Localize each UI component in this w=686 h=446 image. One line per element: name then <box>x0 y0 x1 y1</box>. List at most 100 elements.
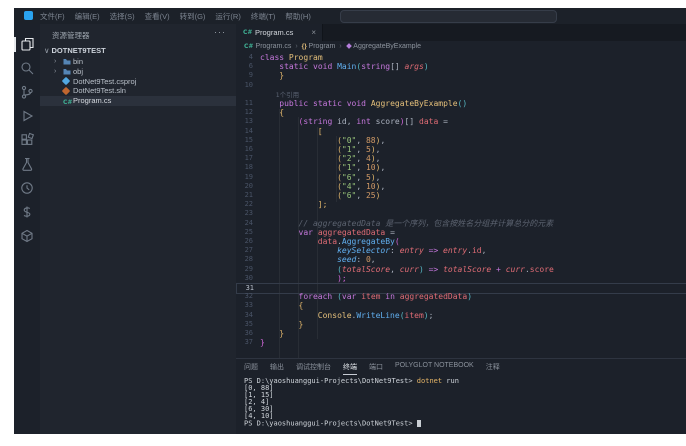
explorer-item-label: bin <box>73 57 84 66</box>
explorer-item-bin[interactable]: › bin <box>40 57 236 67</box>
line-number: 22 <box>244 200 253 209</box>
explorer-item-label: DotNet9Test.csproj <box>73 76 137 86</box>
code-line: 17 ("2", 4), <box>236 154 686 163</box>
code-line: 14 [ <box>236 127 686 136</box>
dollar-icon[interactable] <box>19 204 36 221</box>
code-area[interactable]: 4 class Program 6 static void Main(string[… <box>236 53 686 394</box>
explorer-icon[interactable] <box>14 36 36 53</box>
code-line: 34 Console.WriteLine(item); <box>236 311 686 320</box>
source-control-icon[interactable] <box>19 84 36 101</box>
line-number: 10 <box>244 80 253 89</box>
explorer-item-dotnet9test-csproj[interactable]: DotNet9Test.csproj <box>40 77 236 87</box>
breadcrumb-item[interactable]: AggregateByExample <box>345 41 421 52</box>
explorer-title: 资源管理器 <box>52 31 90 40</box>
menu-item[interactable]: 选择(S) <box>110 10 135 24</box>
vscode-window: 文件(F) 编辑(E) 选择(S) 查看(V) 转到(G) 运行(R) 终端(T) 帮助(H)… <box>14 8 686 434</box>
explorer-sidebar: 资源管理器 ··· ∨ DOTNET9TEST › bin › obj DotNet9Te… <box>40 24 236 434</box>
sln-icon <box>61 87 71 96</box>
menu-item[interactable]: 终端(T) <box>251 10 276 24</box>
menu-item[interactable]: 帮助(H) <box>285 10 310 24</box>
code-line: 9 } <box>236 71 686 80</box>
code-line: 25 var aggregatedData = <box>236 228 686 237</box>
more-actions-button[interactable]: ··· <box>214 27 226 37</box>
code-line: 19 ("6", 5), <box>236 173 686 182</box>
run-debug-icon[interactable] <box>19 108 36 125</box>
line-number: 35 <box>244 319 253 328</box>
explorer-item-label: DotNet9Test.sln <box>73 86 126 96</box>
line-number: 37 <box>244 338 253 347</box>
panel-tab-端口[interactable]: 端口 <box>369 362 383 375</box>
breadcrumb-item[interactable]: {} Program <box>302 41 336 52</box>
line-number: 12 <box>244 108 253 117</box>
code-line: 4 class Program <box>236 53 686 62</box>
code-line: 20 ("4", 10), <box>236 182 686 191</box>
tab-program-cs[interactable]: C# Program.cs × <box>236 24 323 41</box>
code-line: 24 // aggregatedData 是一个序列，包含按姓名分组并计算总分的… <box>236 219 686 228</box>
codelens-reference: 1个引用 <box>260 90 300 99</box>
explorer-root-folder[interactable]: ∨ DOTNET9TEST <box>44 46 106 55</box>
line-number: 23 <box>244 209 253 218</box>
folder-icon <box>63 68 71 75</box>
code-line: 21 ("6", 25) <box>236 191 686 200</box>
line-number: 13 <box>244 117 253 126</box>
csharp-file-icon: C# <box>63 98 73 106</box>
menu-item[interactable]: 文件(F) <box>40 10 65 24</box>
editor-tab-bar: C# Program.cs × <box>236 24 686 41</box>
line-number: 24 <box>244 218 253 227</box>
line-number: 6 <box>248 62 253 71</box>
chevron-right-icon: › <box>54 67 57 75</box>
menu-item[interactable]: 转到(G) <box>180 10 206 24</box>
explorer-item-dotnet9test-sln[interactable]: DotNet9Test.sln <box>40 86 236 96</box>
panel-tab-bar: 问题 输出 调试控制台 终端 端口 POLYGLOT NOTEBOOK 注释 <box>244 362 500 375</box>
line-number: 11 <box>244 99 253 107</box>
code-line: 16 ("1", 5), <box>236 145 686 154</box>
command-center-search[interactable] <box>340 10 557 23</box>
search-icon[interactable] <box>19 60 36 77</box>
menu-item[interactable]: 查看(V) <box>145 10 170 24</box>
menu-item[interactable]: 编辑(E) <box>75 10 100 24</box>
code-line: 26 data.AggregateBy( <box>236 237 686 246</box>
line-number: 17 <box>244 154 253 163</box>
explorer-item-label: Program.cs <box>73 96 112 106</box>
line-number: 26 <box>244 237 253 245</box>
code-line: 6 static void Main(string[] args) <box>236 62 686 71</box>
folder-icon <box>63 58 71 65</box>
terminal-line: PS D:\yaoshuanggui-Projects\DotNet9Test>… <box>244 377 459 385</box>
history-icon[interactable] <box>19 180 36 197</box>
code-line: 12 { <box>236 108 686 117</box>
csharp-file-icon: C# <box>244 43 256 50</box>
menu-bar: 文件(F) 编辑(E) 选择(S) 查看(V) 转到(G) 运行(R) 终端(T) 帮助(H) <box>40 10 311 24</box>
code-line: 10 <box>236 81 686 90</box>
line-number: 9 <box>248 71 253 80</box>
panel-tab-输出[interactable]: 输出 <box>270 362 284 375</box>
chevron-down-icon: ∨ <box>44 46 50 55</box>
code-line: 30 ); <box>236 274 686 283</box>
menu-item[interactable]: 运行(R) <box>215 10 240 24</box>
line-number: 18 <box>244 163 253 172</box>
cube-icon[interactable] <box>19 228 36 245</box>
code-line: 35 } <box>236 320 686 329</box>
close-icon[interactable]: × <box>311 24 316 41</box>
code-line: 23 <box>236 209 686 218</box>
code-line: 11 public static void AggregateByExample… <box>236 99 686 108</box>
panel-tab-问题[interactable]: 问题 <box>244 362 258 375</box>
editor-area[interactable]: C# Program.cs × C# Program.cs ›{} Program… <box>236 24 686 394</box>
extensions-icon[interactable] <box>19 132 36 149</box>
testing-icon[interactable] <box>19 156 36 173</box>
bottom-panel: 问题 输出 调试控制台 终端 端口 POLYGLOT NOTEBOOK 注释 PS D:\y… <box>236 358 686 434</box>
panel-tab-终端[interactable]: 终端 <box>343 362 357 375</box>
line-number: 34 <box>244 310 253 319</box>
line-number: 33 <box>244 301 253 310</box>
panel-tab-polyglot-notebook[interactable]: POLYGLOT NOTEBOOK <box>395 362 474 375</box>
panel-tab-注释[interactable]: 注释 <box>486 362 500 375</box>
code-line: 27 keySelector: entry => entry.id, <box>236 246 686 255</box>
explorer-item-program-cs[interactable]: C# Program.cs <box>40 96 236 106</box>
code-line: 15 ("0", 88), <box>236 136 686 145</box>
csharp-file-icon: C# <box>243 29 253 36</box>
explorer-item-obj[interactable]: › obj <box>40 67 236 77</box>
line-number: 25 <box>244 227 253 236</box>
screenshot-page: 文件(F) 编辑(E) 选择(S) 查看(V) 转到(G) 运行(R) 终端(T) 帮助(H)… <box>0 0 686 446</box>
line-number: 14 <box>244 126 253 135</box>
panel-tab-调试控制台[interactable]: 调试控制台 <box>296 362 331 375</box>
breadcrumb-item[interactable]: C# Program.cs <box>244 41 291 52</box>
